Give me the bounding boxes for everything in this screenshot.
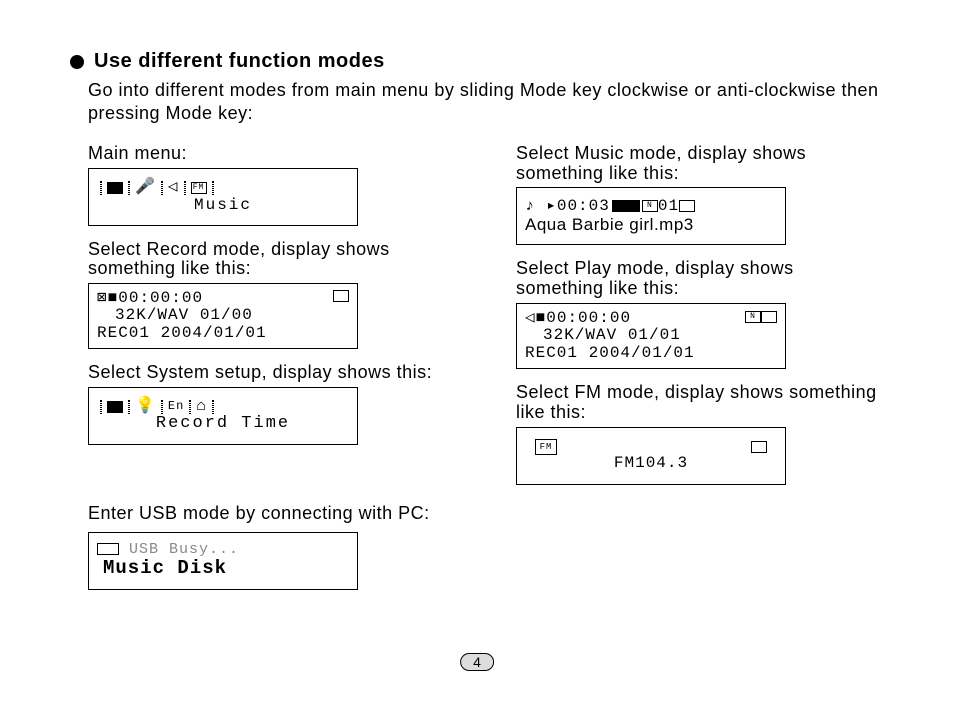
record-lcd: ⊠■00:00:00 32K/WAV 01/00 REC01 2004/01/0… (88, 283, 358, 349)
record-caption: Select Record mode, display shows someth… (88, 240, 456, 280)
music-caption: Select Music mode, display shows somethi… (516, 144, 884, 184)
record-block: Select Record mode, display shows someth… (88, 240, 456, 350)
battery-icon (679, 200, 695, 212)
usb-icon (97, 543, 119, 555)
play-line2: 32K/WAV 01/01 (543, 327, 777, 345)
battery-icon (751, 441, 767, 453)
system-lcd: 💡 En ⌂ Record Time (88, 387, 358, 445)
music-song: Aqua Barbie girl.mp3 (525, 216, 777, 235)
music-block: Select Music mode, display shows somethi… (516, 144, 884, 246)
music-lcd: ♪ ▸00:03N01 Aqua Barbie girl.mp3 (516, 187, 786, 245)
fm-icon: FM (191, 182, 207, 194)
fm-top-row: FM (525, 439, 777, 455)
play-caption: Select Play mode, display shows somethin… (516, 259, 884, 299)
battery-icon (333, 290, 349, 302)
eq-icon (612, 200, 640, 212)
record-icon: ⊠ (97, 289, 108, 307)
main-menu-block: Main menu: 🎤 FM Music (88, 144, 456, 226)
separator-icon (161, 181, 163, 195)
clock-icon (107, 401, 123, 413)
fm-frequency: FM104.3 (525, 455, 777, 473)
page-number: 4 (460, 653, 494, 671)
separator-icon (128, 400, 130, 414)
repeat-icon: N (745, 311, 761, 323)
separator-icon (100, 400, 102, 414)
fm-block: Select FM mode, display shows something … (516, 383, 884, 485)
columns: Main menu: 🎤 FM Music Select Record mode… (88, 144, 884, 499)
left-column: Main menu: 🎤 FM Music Select Record mode… (88, 144, 456, 499)
record-line3: REC01 2004/01/01 (97, 325, 349, 343)
system-label: Record Time (97, 415, 349, 434)
bullet-icon (70, 55, 84, 69)
lang-icon: En (168, 400, 184, 413)
usb-lcd: USB Busy... Music Disk (88, 532, 358, 590)
system-caption: Select System setup, display shows this: (88, 363, 456, 383)
separator-icon (128, 181, 130, 195)
music-mode-icon (107, 182, 123, 194)
main-menu-icons-row: 🎤 FM (97, 179, 349, 197)
mic-icon: 🎤 (135, 179, 156, 197)
main-menu-label: Music (97, 197, 349, 215)
fm-caption: Select FM mode, display shows something … (516, 383, 884, 423)
play-block: Select Play mode, display shows somethin… (516, 259, 884, 369)
intro-text: Go into different modes from main menu b… (88, 79, 884, 126)
separator-icon (100, 181, 102, 195)
usb-caption: Enter USB mode by connecting with PC: (88, 503, 884, 524)
play-line1: ◁■00:00:00 N (525, 310, 777, 328)
record-line1: ⊠■00:00:00 (97, 290, 349, 308)
record-line2: 32K/WAV 01/00 (115, 307, 349, 325)
speaker-icon (168, 179, 179, 197)
repeat-icon: N (642, 200, 658, 212)
separator-icon (184, 181, 186, 195)
music-line1: ♪ ▸00:03N01 (525, 198, 777, 216)
disk-icon: ⌂ (196, 398, 207, 416)
usb-line1: USB Busy... (97, 542, 349, 559)
fm-lcd: FM FM104.3 (516, 427, 786, 485)
light-icon: 💡 (135, 398, 156, 416)
separator-icon (212, 400, 214, 414)
usb-line2: Music Disk (103, 558, 349, 579)
separator-icon (212, 181, 214, 195)
fm-radio-icon: FM (535, 439, 557, 455)
system-block: Select System setup, display shows this:… (88, 363, 456, 445)
separator-icon (189, 400, 191, 414)
play-lcd: ◁■00:00:00 N 32K/WAV 01/01 REC01 2004/01… (516, 303, 786, 369)
right-column: Select Music mode, display shows somethi… (516, 144, 884, 499)
section-heading: Use different function modes (94, 50, 385, 73)
play-line3: REC01 2004/01/01 (525, 345, 777, 363)
main-menu-lcd: 🎤 FM Music (88, 168, 358, 226)
system-icons-row: 💡 En ⌂ (97, 398, 349, 416)
section-heading-row: Use different function modes (70, 50, 884, 73)
battery-icon (761, 311, 777, 323)
main-menu-caption: Main menu: (88, 144, 456, 164)
separator-icon (161, 400, 163, 414)
